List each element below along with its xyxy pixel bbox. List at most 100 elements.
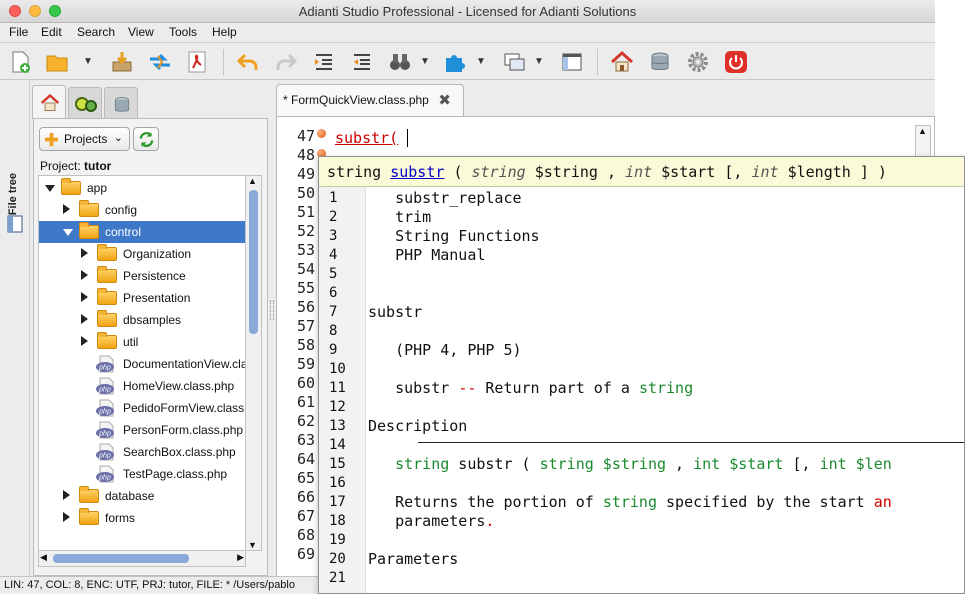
tab-project-home[interactable] [32,85,66,119]
tree-item[interactable]: util [39,331,245,353]
folder-icon [97,310,117,327]
tree-vertical-scrollbar[interactable]: ▼ ▲ [246,175,262,551]
tree-item[interactable]: php PersonForm.class.php [39,419,245,441]
expand-arrow-right-icon[interactable] [63,490,70,500]
tree-item[interactable]: Presentation [39,287,245,309]
panel-icon[interactable] [7,215,23,233]
tree-item[interactable]: app [39,177,245,199]
scroll-left-arrow[interactable]: ◀ [40,552,47,563]
refresh-button[interactable] [133,127,159,151]
settings-gear-icon[interactable] [686,50,710,74]
line-number: 66 [296,488,315,506]
tab-snippets[interactable] [68,87,102,119]
power-exit-icon[interactable] [724,50,748,74]
expand-arrow-right-icon[interactable] [81,248,88,258]
tree-item[interactable]: control [39,221,245,243]
projects-button[interactable]: Projects ⌄ [39,127,130,151]
tree-item[interactable]: php HomeView.class.php [39,375,245,397]
menu-bar: File Edit Search View Tools Help [0,23,935,43]
php-file-icon: php [96,377,114,395]
menu-search[interactable]: Search [77,25,115,39]
tree-item[interactable]: php SearchBox.class.php [39,441,245,463]
expand-arrow-right-icon[interactable] [81,292,88,302]
line-number: 55 [296,279,315,297]
projects-button-label: Projects [64,132,108,146]
tree-item[interactable]: database [39,485,245,507]
line-number-gutter: 47 48 49 50 51 52 53 54 55 56 57 58 59 60 61 62 63 64 65 66… [277,117,321,577]
expand-arrow-right-icon[interactable] [81,336,88,346]
line-number: 56 [296,298,315,316]
php-badge: php [98,431,111,438]
tree-item[interactable]: php PedidoFormView.class. [39,397,245,419]
popup-text-segment: -- [458,379,477,397]
sig-type-2: int [625,163,653,181]
plugin-puzzle-icon[interactable] [443,50,467,74]
menu-tools[interactable]: Tools [169,25,197,39]
file-tree[interactable]: app config control Organization Persistence P… [38,175,246,551]
menu-help[interactable]: Help [212,25,237,39]
scroll-up-arrow[interactable]: ▲ [248,176,257,186]
pdf-icon[interactable] [185,50,209,74]
tab-formquickview[interactable]: * FormQuickView.class.php ✖ [276,84,464,116]
popup-line-number: 11 [329,380,346,396]
line-number: 65 [296,469,315,487]
line-number: 64 [296,450,315,468]
scroll-thumb[interactable] [249,190,258,334]
menu-edit[interactable]: Edit [41,25,62,39]
popup-line-number: 19 [329,532,346,548]
popup-text-segment: int $len [819,455,892,473]
menu-view[interactable]: View [128,25,154,39]
tree-item[interactable]: dbsamples [39,309,245,331]
indent-icon[interactable] [312,50,336,74]
open-folder-icon[interactable] [45,50,69,74]
sync-icon[interactable] [148,50,172,74]
panel-splitter[interactable] [270,300,274,320]
tree-item[interactable]: php DocumentationView.cla [39,353,245,375]
expand-arrow-down-icon[interactable] [45,185,55,192]
find-binoculars-icon[interactable] [388,50,412,74]
expand-arrow-right-icon[interactable] [63,512,70,522]
open-dropdown-icon[interactable]: ▼ [83,56,93,67]
tree-item[interactable]: Persistence [39,265,245,287]
scroll-thumb[interactable] [53,554,189,563]
tree-item-label: PersonForm.class.php [123,423,244,437]
code-completion-popup[interactable]: string substr ( string $string , int $st… [318,156,965,594]
windows-icon[interactable] [502,50,526,74]
scroll-down-arrow[interactable]: ▼ [248,540,257,550]
layout-icon[interactable] [560,50,584,74]
tree-item[interactable]: forms [39,507,245,529]
menu-file[interactable]: File [9,25,28,39]
home-icon[interactable] [610,50,634,74]
scroll-up-arrow[interactable]: ▲ [918,126,927,136]
popup-line-text: Returns the portion of string specified … [368,493,892,511]
expand-arrow-right-icon[interactable] [81,314,88,324]
file-tree-toggle[interactable]: File tree [7,173,19,215]
sig-function-name[interactable]: substr [390,163,444,181]
tree-item-label: Persistence [123,269,186,283]
scroll-right-arrow[interactable]: ▶ [237,552,244,563]
expand-arrow-down-icon[interactable] [63,229,73,236]
redo-icon[interactable] [274,50,298,74]
tree-item[interactable]: config [39,199,245,221]
breakpoint-marker[interactable] [317,129,326,138]
popup-text-segment: Returns the portion of [368,493,603,511]
find-dropdown-icon[interactable]: ▼ [420,56,430,67]
outdent-icon[interactable] [350,50,374,74]
windows-dropdown-icon[interactable]: ▼ [534,56,544,67]
tab-database[interactable] [104,87,138,119]
tree-horizontal-scrollbar[interactable]: ◀ ▶ [38,551,246,567]
save-icon[interactable] [110,50,134,74]
plugin-dropdown-icon[interactable]: ▼ [476,56,486,67]
close-tab-icon[interactable]: ✖ [438,91,451,109]
expand-arrow-right-icon[interactable] [81,270,88,280]
expand-arrow-right-icon[interactable] [63,204,70,214]
tree-item[interactable]: php TestPage.class.php [39,463,245,485]
tree-item[interactable]: Organization [39,243,245,265]
undo-icon[interactable] [236,50,260,74]
sig-arg-3: $length ] ) [787,163,887,181]
database-icon[interactable] [648,50,672,74]
popup-line-text: PHP Manual [368,246,486,264]
current-code-line[interactable]: substr( [335,129,398,147]
tree-item-label: forms [105,511,135,525]
new-file-icon[interactable] [8,50,32,74]
